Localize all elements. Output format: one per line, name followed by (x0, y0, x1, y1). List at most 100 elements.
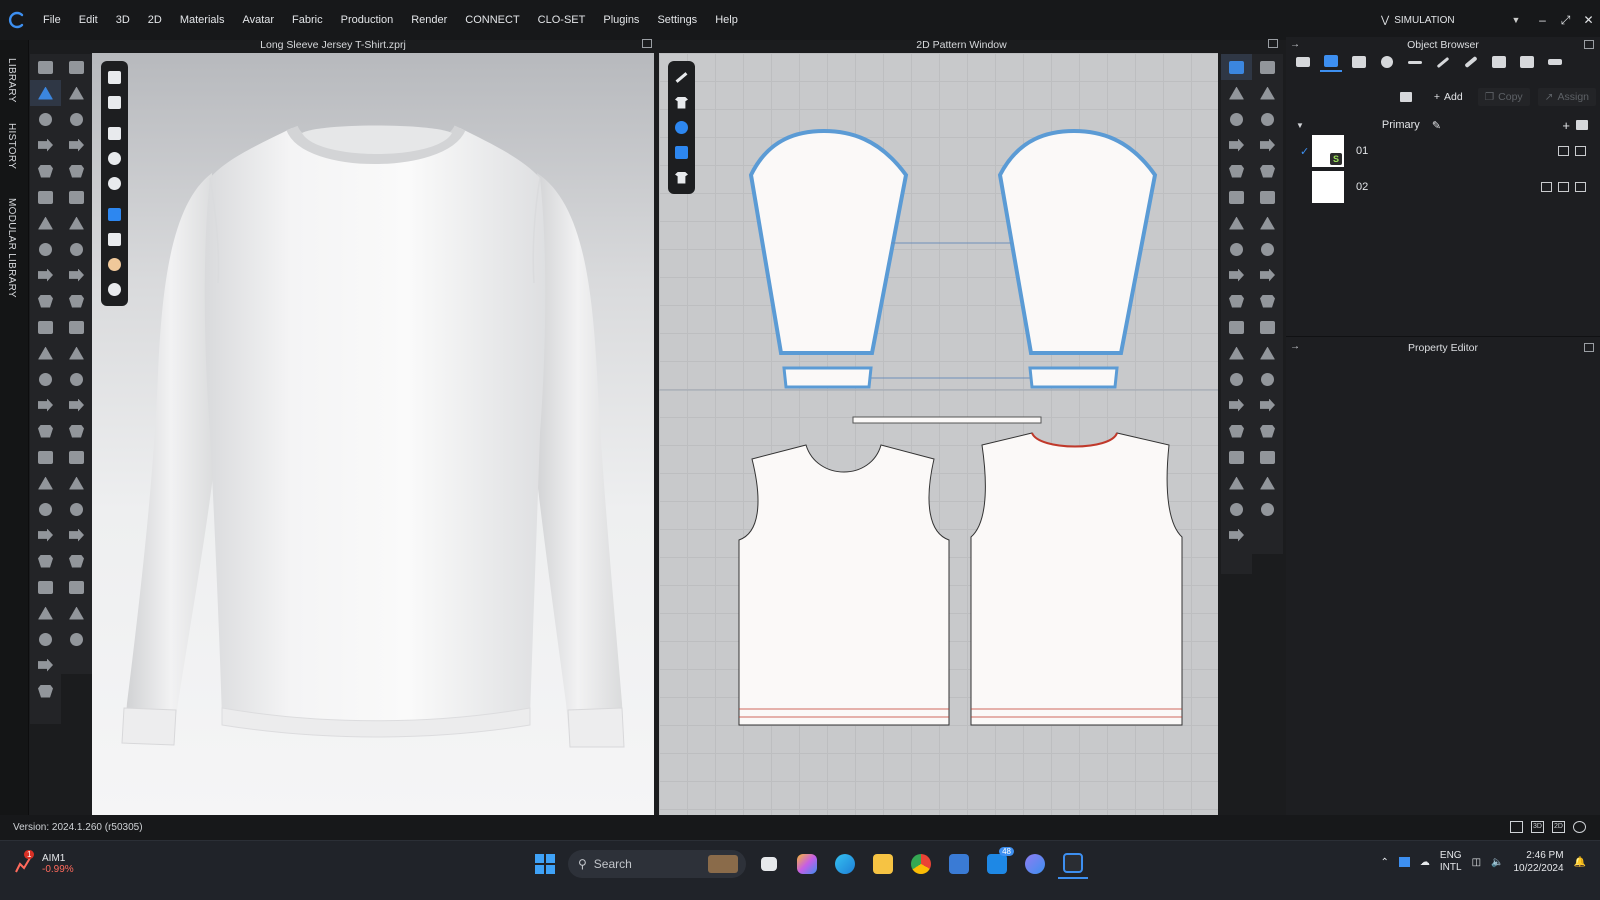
2d-primary-tool-8-icon[interactable] (1221, 236, 1252, 262)
2d-secondary-tool-10-icon[interactable] (1252, 288, 1283, 314)
3d-primary-tool-7-icon[interactable] (30, 210, 61, 236)
menu-help[interactable]: Help (706, 0, 747, 40)
3d-primary-tool-17-icon[interactable] (30, 470, 61, 496)
3d-primary-tool-1-icon[interactable] (30, 54, 61, 80)
graphic-tab-icon[interactable] (1348, 52, 1370, 72)
topstitch-tab-icon[interactable] (1432, 52, 1454, 72)
3d-primary-tool-19-icon[interactable] (30, 522, 61, 548)
simulation-mode-selector[interactable]: ⋁ SIMULATION (1381, 15, 1501, 26)
menu-avatar[interactable]: Avatar (233, 0, 283, 40)
zipper-tab-icon[interactable] (1460, 52, 1482, 72)
view-3d-button[interactable]: 3D (1531, 821, 1544, 833)
3d-primary-tool-13-icon[interactable] (30, 366, 61, 392)
3d-primary-tool-12-icon[interactable] (30, 340, 61, 366)
2d-primary-tool-12-icon[interactable] (1221, 340, 1252, 366)
texture-view-icon[interactable] (101, 202, 128, 227)
3d-secondary-tool-10-icon[interactable] (61, 288, 92, 314)
2d-secondary-tool-15-icon[interactable] (1252, 418, 1283, 444)
3d-secondary-tool-8-icon[interactable] (61, 236, 92, 262)
3d-secondary-tool-13-icon[interactable] (61, 366, 92, 392)
copy-button[interactable]: ❐ Copy (1477, 88, 1530, 106)
chevron-up-icon[interactable]: ⌃ (1381, 857, 1389, 868)
3d-secondary-tool-9-icon[interactable] (61, 262, 92, 288)
task-view-icon[interactable] (754, 849, 784, 879)
view-2d-button[interactable]: 2D (1552, 821, 1565, 833)
3d-primary-tool-24-icon[interactable] (30, 652, 61, 678)
3d-secondary-tool-22-icon[interactable] (61, 600, 92, 626)
3d-secondary-tool-17-icon[interactable] (61, 470, 92, 496)
language-indicator[interactable]: ENG INTL (1440, 850, 1462, 874)
3d-primary-tool-11-icon[interactable] (30, 314, 61, 340)
colorway-section-header[interactable]: ▼ Primary ✎ + (1296, 116, 1596, 134)
2d-primary-tool-2-icon[interactable] (1221, 80, 1252, 106)
object-browser-detach-icon[interactable] (1584, 40, 1594, 49)
clock[interactable]: 2:46 PM 10/22/2024 (1513, 849, 1563, 875)
dropdown-arrow-icon[interactable]: ▼ (1501, 15, 1531, 25)
chrome-icon[interactable] (906, 849, 936, 879)
2d-primary-tool-1-icon[interactable] (1221, 54, 1252, 80)
button-tab-icon[interactable] (1376, 52, 1398, 72)
2d-secondary-tool-5-icon[interactable] (1252, 158, 1283, 184)
file-explorer-icon[interactable] (868, 849, 898, 879)
duplicate-icon[interactable] (1575, 182, 1586, 192)
menu-clo-set[interactable]: CLO-SET (529, 0, 595, 40)
3d-secondary-tool-5-icon[interactable] (61, 158, 92, 184)
tab-history[interactable]: HISTORY (6, 123, 17, 169)
3d-secondary-tool-4-icon[interactable] (61, 132, 92, 158)
volume-icon[interactable]: 🔈 (1491, 857, 1503, 868)
3d-primary-tool-25-icon[interactable] (30, 678, 61, 704)
render-icon[interactable] (1558, 182, 1569, 192)
menu-connect[interactable]: CONNECT (456, 0, 528, 40)
buttonhole-tab-icon[interactable] (1404, 52, 1426, 72)
tab-library[interactable]: LIBRARY (6, 58, 17, 103)
3d-secondary-tool-11-icon[interactable] (61, 314, 92, 340)
trim-tab-icon[interactable] (1488, 52, 1510, 72)
3d-primary-tool-8-icon[interactable] (30, 236, 61, 262)
clo-app-icon[interactable] (1058, 849, 1088, 879)
3d-primary-tool-21-icon[interactable] (30, 574, 61, 600)
menu-file[interactable]: File (34, 0, 70, 40)
2d-primary-tool-7-icon[interactable] (1221, 210, 1252, 236)
store-icon[interactable] (944, 849, 974, 879)
3d-primary-tool-16-icon[interactable] (30, 444, 61, 470)
copilot-icon[interactable] (792, 849, 822, 879)
fabric-tab-icon[interactable] (1320, 52, 1342, 72)
list-view-icon[interactable] (1292, 52, 1314, 72)
info-icon[interactable] (668, 115, 695, 140)
2d-primary-tool-5-icon[interactable] (1221, 158, 1252, 184)
2d-secondary-tool-14-icon[interactable] (1252, 392, 1283, 418)
3d-secondary-tool-15-icon[interactable] (61, 418, 92, 444)
menu-3d[interactable]: 3D (107, 0, 139, 40)
3d-primary-tool-3-icon[interactable] (30, 106, 61, 132)
measure-tab-icon[interactable] (1544, 52, 1566, 72)
stock-widget[interactable]: 1 AIM1 -0.99% (14, 850, 74, 875)
edit-pencil-icon[interactable]: ✎ (1432, 119, 1441, 132)
menu-2d[interactable]: 2D (139, 0, 171, 40)
add-button[interactable]: + Add (1427, 88, 1470, 106)
refresh-icon[interactable] (1573, 821, 1586, 833)
minimize-button[interactable]: – (1531, 13, 1554, 27)
menu-edit[interactable]: Edit (70, 0, 107, 40)
3d-secondary-tool-21-icon[interactable] (61, 574, 92, 600)
2d-secondary-tool-2-icon[interactable] (1252, 80, 1283, 106)
2d-secondary-tool-18-icon[interactable] (1252, 496, 1283, 522)
2d-primary-tool-14-icon[interactable] (1221, 392, 1252, 418)
clo-logo[interactable] (0, 0, 34, 40)
environment-globe-icon[interactable] (101, 277, 128, 302)
menu-settings[interactable]: Settings (648, 0, 706, 40)
3d-secondary-tool-7-icon[interactable] (61, 210, 92, 236)
2d-secondary-tool-17-icon[interactable] (1252, 470, 1283, 496)
2d-secondary-tool-9-icon[interactable] (1252, 262, 1283, 288)
2d-secondary-tool-1-icon[interactable] (1252, 54, 1283, 80)
maximize-icon[interactable] (642, 39, 652, 48)
3d-primary-tool-6-icon[interactable] (30, 184, 61, 210)
2d-secondary-tool-6-icon[interactable] (1252, 184, 1283, 210)
3d-secondary-tool-18-icon[interactable] (61, 496, 92, 522)
assign-button[interactable]: ↗ Assign (1537, 88, 1596, 106)
2d-secondary-tool-11-icon[interactable] (1252, 314, 1283, 340)
menu-plugins[interactable]: Plugins (594, 0, 648, 40)
avatar-tab-icon[interactable] (1516, 52, 1538, 72)
2d-secondary-tool-7-icon[interactable] (1252, 210, 1283, 236)
3d-secondary-tool-2-icon[interactable] (61, 80, 92, 106)
3d-primary-tool-23-icon[interactable] (30, 626, 61, 652)
